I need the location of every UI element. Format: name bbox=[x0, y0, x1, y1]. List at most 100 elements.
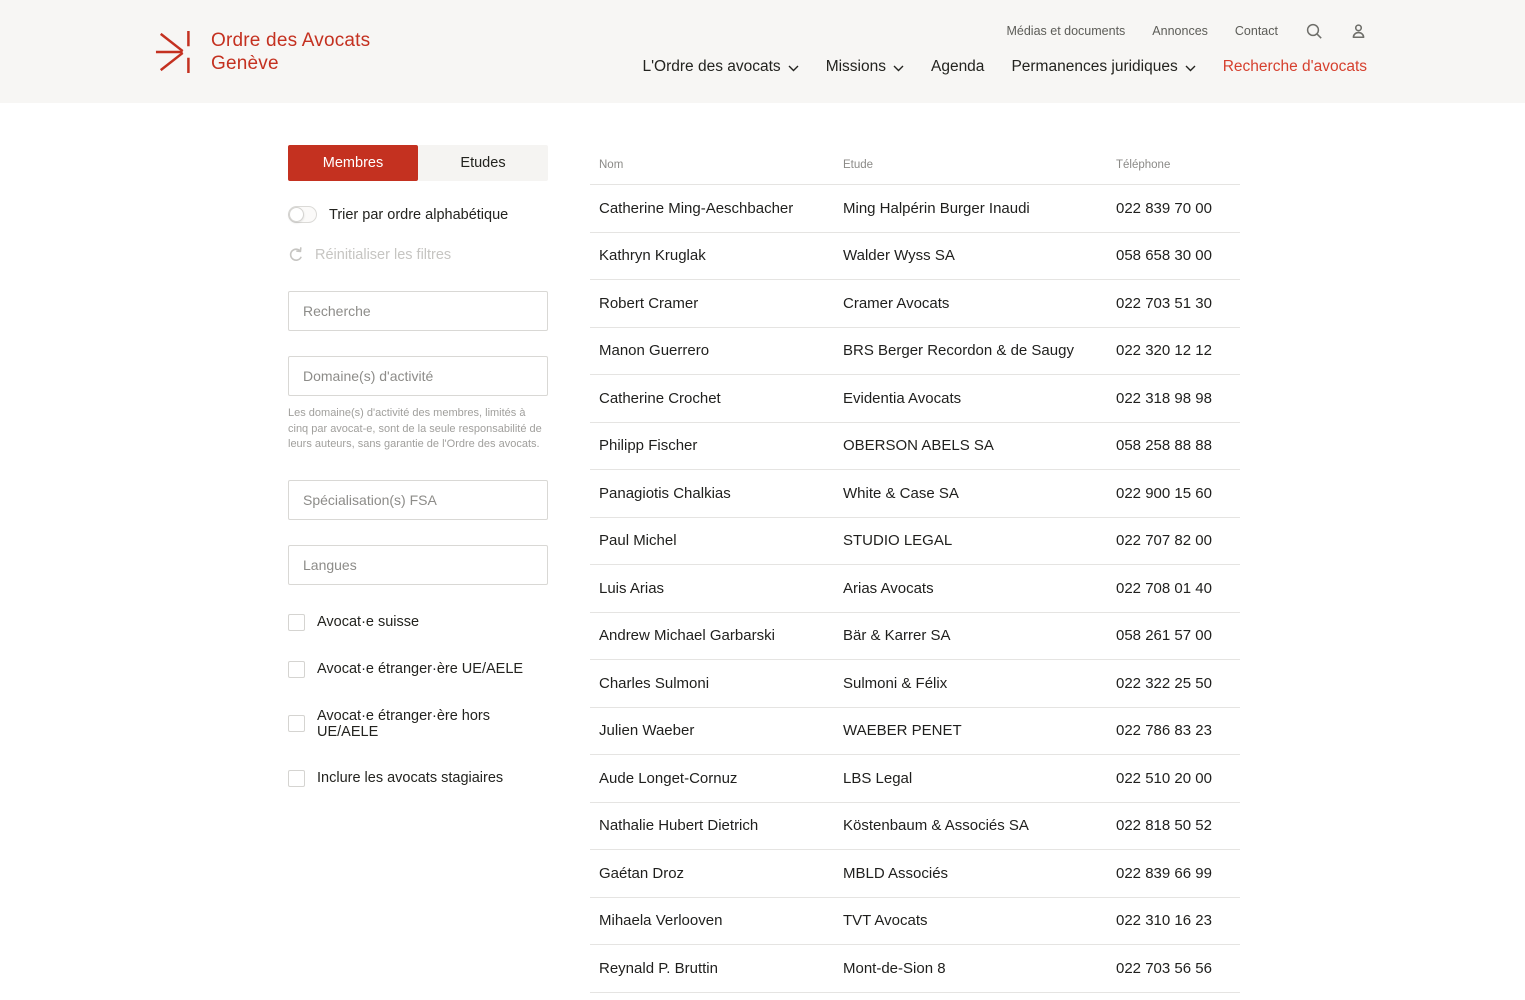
cell-etude: Mont-de-Sion 8 bbox=[843, 960, 1116, 977]
cell-nom: Panagiotis Chalkias bbox=[590, 485, 843, 502]
search-icon[interactable] bbox=[1305, 22, 1323, 40]
cell-nom: Aude Longet-Cornuz bbox=[590, 770, 843, 787]
table-row[interactable]: Nathalie Hubert DietrichKöstenbaum & Ass… bbox=[590, 803, 1240, 851]
table-row[interactable]: Luis AriasArias Avocats022 708 01 40 bbox=[590, 565, 1240, 613]
cell-tel: 022 703 56 56 bbox=[1116, 960, 1240, 977]
cell-tel: 022 322 25 50 bbox=[1116, 675, 1240, 692]
checkbox-box bbox=[288, 661, 305, 678]
result-type-tabs: Membres Etudes bbox=[288, 145, 548, 181]
cell-nom: Philipp Fischer bbox=[590, 437, 843, 454]
fsa-specialisation-input[interactable] bbox=[288, 480, 548, 520]
cell-etude: MBLD Associés bbox=[843, 865, 1116, 882]
checkbox-avocat-etranger-ue-aele[interactable]: Avocat·e étranger·ère UE/AELE bbox=[288, 661, 548, 678]
nav-item-missions[interactable]: Missions bbox=[826, 56, 904, 78]
sort-alphabetical-toggle-row: Trier par ordre alphabétique bbox=[288, 206, 548, 223]
cell-nom: Julien Waeber bbox=[590, 722, 843, 739]
table-row[interactable]: Aude Longet-CornuzLBS Legal022 510 20 00 bbox=[590, 755, 1240, 803]
table-row[interactable]: Julien WaeberWAEBER PENET022 786 83 23 bbox=[590, 708, 1240, 756]
reset-icon bbox=[288, 247, 304, 263]
cell-etude: Köstenbaum & Associés SA bbox=[843, 817, 1116, 834]
cell-tel: 022 786 83 23 bbox=[1116, 722, 1240, 739]
cell-etude: Ming Halpérin Burger Inaudi bbox=[843, 200, 1116, 217]
nav-item-ordre-des-avocats[interactable]: L'Ordre des avocats bbox=[642, 56, 798, 78]
search-input[interactable] bbox=[288, 291, 548, 331]
cell-nom: Gaétan Droz bbox=[590, 865, 843, 882]
domain-activity-note: Les domaine(s) d'activité des membres, l… bbox=[288, 406, 544, 453]
cell-etude: Walder Wyss SA bbox=[843, 247, 1116, 264]
logo-arrow-icon bbox=[155, 28, 197, 76]
cell-etude: LBS Legal bbox=[843, 770, 1116, 787]
table-row[interactable]: Andrew Michael GarbarskiBär & Karrer SA0… bbox=[590, 613, 1240, 661]
cell-etude: BRS Berger Recordon & de Saugy bbox=[843, 342, 1116, 359]
cell-etude: Evidentia Avocats bbox=[843, 390, 1116, 407]
tab-membres[interactable]: Membres bbox=[288, 145, 418, 181]
cell-etude: Sulmoni & Félix bbox=[843, 675, 1116, 692]
user-account-icon[interactable] bbox=[1350, 23, 1367, 40]
checkbox-box bbox=[288, 715, 305, 732]
column-header-nom: Nom bbox=[590, 159, 843, 171]
checkbox-box bbox=[288, 770, 305, 787]
cell-etude: Bär & Karrer SA bbox=[843, 627, 1116, 644]
cell-nom: Mihaela Verlooven bbox=[590, 912, 843, 929]
cell-nom: Kathryn Kruglak bbox=[590, 247, 843, 264]
table-row[interactable]: Mihaela VerloovenTVT Avocats022 310 16 2… bbox=[590, 898, 1240, 946]
main-nav: L'Ordre des avocats Missions Agenda Perm… bbox=[642, 56, 1367, 78]
cell-tel: 022 839 70 00 bbox=[1116, 200, 1240, 217]
cell-etude: STUDIO LEGAL bbox=[843, 532, 1116, 549]
cell-etude: White & Case SA bbox=[843, 485, 1116, 502]
cell-tel: 022 703 51 30 bbox=[1116, 295, 1240, 312]
table-row[interactable]: Paul MichelSTUDIO LEGAL022 707 82 00 bbox=[590, 518, 1240, 566]
nav-annonces[interactable]: Annonces bbox=[1152, 24, 1208, 38]
cell-tel: 022 818 50 52 bbox=[1116, 817, 1240, 834]
logo-text: Ordre des Avocats Genève bbox=[211, 29, 370, 75]
cell-tel: 022 708 01 40 bbox=[1116, 580, 1240, 597]
members-table: Nom Etude Téléphone Catherine Ming-Aesch… bbox=[590, 145, 1240, 993]
table-row[interactable]: Philipp FischerOBERSON ABELS SA058 258 8… bbox=[590, 423, 1240, 471]
cell-nom: Charles Sulmoni bbox=[590, 675, 843, 692]
nav-item-recherche-avocats[interactable]: Recherche d'avocats bbox=[1223, 56, 1367, 78]
table-row[interactable]: Charles SulmoniSulmoni & Félix022 322 25… bbox=[590, 660, 1240, 708]
cell-nom: Paul Michel bbox=[590, 532, 843, 549]
domain-activity-input[interactable] bbox=[288, 356, 548, 396]
nav-item-agenda[interactable]: Agenda bbox=[931, 56, 984, 78]
cell-nom: Catherine Ming-Aeschbacher bbox=[590, 200, 843, 217]
table-row[interactable]: Catherine Ming-AeschbacherMing Halpérin … bbox=[590, 185, 1240, 233]
filter-sidebar: Membres Etudes Trier par ordre alphabéti… bbox=[288, 145, 548, 787]
cell-tel: 022 320 12 12 bbox=[1116, 342, 1240, 359]
sort-toggle-label: Trier par ordre alphabétique bbox=[329, 207, 508, 223]
table-row[interactable]: Reynald P. BruttinMont-de-Sion 8022 703 … bbox=[590, 945, 1240, 993]
table-row[interactable]: Kathryn KruglakWalder Wyss SA058 658 30 … bbox=[590, 233, 1240, 281]
toggle-knob bbox=[289, 207, 304, 222]
tab-etudes[interactable]: Etudes bbox=[418, 145, 548, 181]
chevron-down-icon bbox=[788, 65, 799, 72]
cell-tel: 022 510 20 00 bbox=[1116, 770, 1240, 787]
chevron-down-icon bbox=[893, 65, 904, 72]
table-row[interactable]: Manon GuerreroBRS Berger Recordon & de S… bbox=[590, 328, 1240, 376]
cell-tel: 022 900 15 60 bbox=[1116, 485, 1240, 502]
chevron-down-icon bbox=[1185, 65, 1196, 72]
checkbox-avocat-etranger-hors-ue-aele[interactable]: Avocat·e étranger·ère hors UE/AELE bbox=[288, 708, 548, 740]
utility-nav: Médias et documents Annonces Contact bbox=[1006, 22, 1367, 40]
languages-input[interactable] bbox=[288, 545, 548, 585]
site-header: Ordre des Avocats Genève Médias et docum… bbox=[0, 0, 1525, 103]
table-row[interactable]: Catherine CrochetEvidentia Avocats022 31… bbox=[590, 375, 1240, 423]
nav-contact[interactable]: Contact bbox=[1235, 24, 1278, 38]
nav-item-permanences-juridiques[interactable]: Permanences juridiques bbox=[1011, 56, 1195, 78]
cell-tel: 022 707 82 00 bbox=[1116, 532, 1240, 549]
reset-filters-button[interactable]: Réinitialiser les filtres bbox=[288, 247, 548, 263]
table-row[interactable]: Panagiotis ChalkiasWhite & Case SA022 90… bbox=[590, 470, 1240, 518]
cell-nom: Andrew Michael Garbarski bbox=[590, 627, 843, 644]
cell-nom: Luis Arias bbox=[590, 580, 843, 597]
nav-medias-documents[interactable]: Médias et documents bbox=[1006, 24, 1125, 38]
cell-etude: OBERSON ABELS SA bbox=[843, 437, 1116, 454]
cell-tel: 022 839 66 99 bbox=[1116, 865, 1240, 882]
checkbox-avocat-suisse[interactable]: Avocat·e suisse bbox=[288, 614, 548, 631]
checkbox-inclure-avocats-stagiaires[interactable]: Inclure les avocats stagiaires bbox=[288, 770, 548, 787]
sort-alphabetical-toggle[interactable] bbox=[288, 206, 317, 223]
site-logo[interactable]: Ordre des Avocats Genève bbox=[155, 28, 370, 76]
table-row[interactable]: Robert CramerCramer Avocats022 703 51 30 bbox=[590, 280, 1240, 328]
cell-nom: Manon Guerrero bbox=[590, 342, 843, 359]
cell-nom: Nathalie Hubert Dietrich bbox=[590, 817, 843, 834]
checkbox-box bbox=[288, 614, 305, 631]
table-row[interactable]: Gaétan DrozMBLD Associés022 839 66 99 bbox=[590, 850, 1240, 898]
